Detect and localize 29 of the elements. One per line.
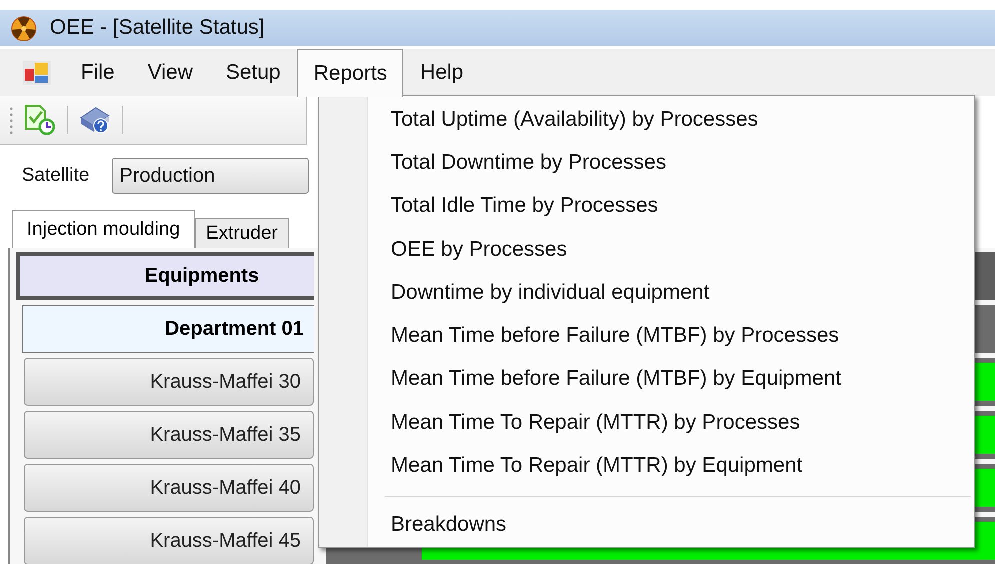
app-icon — [10, 15, 38, 41]
tab[interactable]: Injection moulding — [12, 210, 196, 248]
menu-item[interactable]: Total Downtime by Processes — [321, 141, 971, 185]
menu-item[interactable]: Mean Time To Repair (MTTR) by Processes — [321, 401, 971, 444]
equipment-button[interactable]: Krauss-Maffei 40 — [24, 464, 314, 512]
satellite-dropdown[interactable]: Production — [112, 158, 309, 194]
menu-item[interactable]: Mean Time before Failure (MTBF) by Equipment — [321, 358, 971, 402]
menu-item[interactable]: Total Idle Time by Processes — [321, 184, 971, 228]
menu-item[interactable]: Mean Time before Failure (MTBF) by Processes — [321, 314, 971, 358]
equipment-button[interactable]: Krauss-Maffei 35 — [24, 411, 314, 459]
menu-item[interactable]: Help — [403, 49, 480, 96]
menu-item[interactable]: Downtime by individual equipment — [321, 271, 971, 314]
satellite-label: Satellite — [22, 165, 90, 187]
menu-item[interactable]: OEE by Processes — [321, 228, 971, 272]
tab[interactable]: Extruder — [195, 218, 289, 248]
equipment-button[interactable]: Krauss-Maffei 30 — [24, 358, 314, 406]
menu-item[interactable]: Breakdowns — [321, 504, 971, 547]
menu-item[interactable]: File — [64, 49, 131, 96]
window-title: OEE - [Satellite Status] — [50, 16, 265, 40]
report-clock-icon[interactable] — [23, 104, 57, 136]
menu-item[interactable]: View — [130, 49, 209, 96]
equipment-button[interactable]: Krauss-Maffei 45 — [24, 517, 314, 564]
menu-item[interactable]: Mean Time To Repair (MTTR) by Equipment — [321, 444, 971, 488]
department-row[interactable]: Department 01 — [22, 305, 314, 353]
menu-item[interactable]: Total Uptime (Availability) by Processes — [321, 98, 971, 142]
equipments-header: Equipments — [16, 252, 314, 300]
menu-item[interactable]: Setup — [208, 49, 297, 96]
menu-item[interactable]: Reports — [296, 49, 404, 97]
menu-icon[interactable] — [22, 60, 52, 86]
